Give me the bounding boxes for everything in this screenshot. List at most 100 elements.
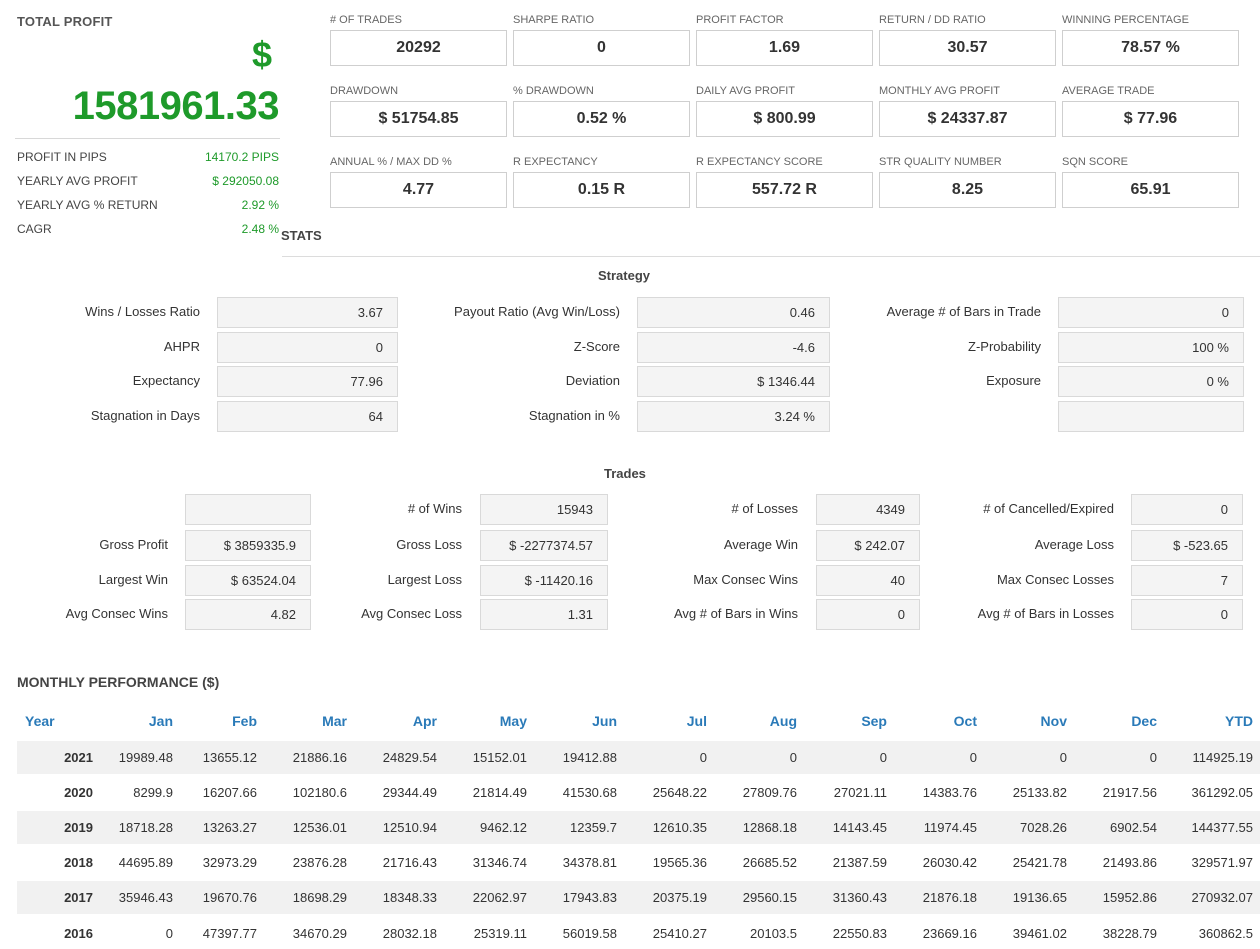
table-cell: 22550.83 bbox=[809, 914, 899, 949]
kpi-label: SQN SCORE bbox=[1062, 156, 1129, 168]
table-cell: 21493.86 bbox=[1079, 844, 1169, 880]
kpi-card: R EXPECTANCY SCORE 557.72 R bbox=[696, 155, 873, 219]
stat-value: 0.46 bbox=[637, 297, 830, 328]
column-header[interactable]: Nov bbox=[989, 703, 1079, 740]
stat-label: PROFIT IN PIPS bbox=[17, 150, 107, 164]
kpi-label: ANNUAL % / MAX DD % bbox=[330, 156, 452, 168]
kpi-value: 65.91 bbox=[1062, 172, 1239, 208]
column-header[interactable]: Feb bbox=[185, 703, 269, 740]
stat-value: 64 bbox=[217, 401, 398, 432]
table-cell: 12510.94 bbox=[359, 809, 449, 845]
table-cell: 19989.48 bbox=[101, 739, 185, 775]
stat-value bbox=[1058, 401, 1244, 432]
divider bbox=[282, 256, 1260, 257]
table-cell: 25133.82 bbox=[989, 774, 1079, 810]
stat-value: $ 1346.44 bbox=[637, 366, 830, 397]
profit-in-pips-row: PROFIT IN PIPS 14170.2 PIPS bbox=[17, 148, 279, 172]
column-header[interactable]: Sep bbox=[809, 703, 899, 740]
kpi-label: R EXPECTANCY bbox=[513, 156, 598, 168]
stat-label: Stagnation in % bbox=[528, 408, 620, 423]
stat-value: 1.31 bbox=[480, 599, 608, 630]
column-header[interactable]: Jun bbox=[539, 703, 629, 740]
stat-value: $ 3859335.9 bbox=[185, 530, 311, 561]
table-cell: 0 bbox=[629, 739, 719, 775]
stat-value: $ -523.65 bbox=[1131, 530, 1243, 561]
kpi-value: $ 24337.87 bbox=[879, 101, 1056, 137]
column-header[interactable]: Mar bbox=[269, 703, 359, 740]
table-cell: 21716.43 bbox=[359, 844, 449, 880]
kpi-grid: # OF TRADES 20292 SHARPE RATIO 0 PROFIT FA… bbox=[330, 13, 1239, 219]
column-header[interactable]: Dec bbox=[1079, 703, 1169, 740]
stat-label: Max Consec Wins bbox=[693, 572, 798, 587]
stat-value: 4349 bbox=[816, 494, 920, 525]
monthly-performance-table: Year Jan Feb Mar Apr May Jun Jul Aug Sep… bbox=[17, 703, 1260, 949]
stat-value: 0 bbox=[1058, 297, 1244, 328]
stat-label: Gross Profit bbox=[99, 537, 168, 552]
kpi-value: $ 51754.85 bbox=[330, 101, 507, 137]
yearly-avg-return-row: YEARLY AVG % RETURN 2.92 % bbox=[17, 196, 279, 220]
stat-value: $ -2277374.57 bbox=[480, 530, 608, 561]
stat-value: 3.24 % bbox=[637, 401, 830, 432]
table-cell: 27809.76 bbox=[719, 774, 809, 810]
year-cell: 2016 bbox=[17, 914, 101, 949]
kpi-value: 0 bbox=[513, 30, 690, 66]
stat-label: Average # of Bars in Trade bbox=[886, 304, 1041, 319]
kpi-value: 1.69 bbox=[696, 30, 873, 66]
table-cell: 23876.28 bbox=[269, 844, 359, 880]
column-header[interactable]: Oct bbox=[899, 703, 989, 740]
stat-value: 0 bbox=[1131, 494, 1243, 525]
column-header[interactable]: YTD bbox=[1169, 703, 1260, 740]
table-cell: 21387.59 bbox=[809, 844, 899, 880]
stats-heading: STATS bbox=[281, 228, 322, 243]
kpi-card: # OF TRADES 20292 bbox=[330, 13, 507, 77]
table-cell: 19136.65 bbox=[989, 879, 1079, 915]
table-cell: 18698.29 bbox=[269, 879, 359, 915]
table-cell: 20103.5 bbox=[719, 914, 809, 949]
table-cell: 26030.42 bbox=[899, 844, 989, 880]
year-cell: 2017 bbox=[17, 879, 101, 915]
column-header[interactable]: Jan bbox=[101, 703, 185, 740]
table-cell: 13655.12 bbox=[185, 739, 269, 775]
column-header[interactable]: Apr bbox=[359, 703, 449, 740]
table-cell: 17943.83 bbox=[539, 879, 629, 915]
kpi-label: R EXPECTANCY SCORE bbox=[696, 156, 823, 168]
table-cell: 56019.58 bbox=[539, 914, 629, 949]
yearly-avg-profit-row: YEARLY AVG PROFIT $ 292050.08 bbox=[17, 172, 279, 196]
stat-label: Max Consec Losses bbox=[996, 572, 1114, 587]
stat-label: Avg Consec Wins bbox=[65, 606, 168, 621]
kpi-card: DAILY AVG PROFIT $ 800.99 bbox=[696, 84, 873, 148]
stat-value: $ 242.07 bbox=[816, 530, 920, 561]
stat-value: 4.82 bbox=[185, 599, 311, 630]
kpi-label: MONTHLY AVG PROFIT bbox=[879, 85, 1001, 97]
column-header[interactable]: May bbox=[449, 703, 539, 740]
table-row: 2021 19989.48 13655.12 21886.16 24829.54 1515… bbox=[17, 739, 1260, 775]
stat-value: -4.6 bbox=[637, 332, 830, 363]
stat-label: Exposure bbox=[986, 373, 1041, 388]
table-cell: 361292.05 bbox=[1169, 774, 1260, 810]
currency-symbol: $ bbox=[252, 34, 273, 75]
stat-value: 14170.2 PIPS bbox=[204, 150, 279, 164]
table-cell: 19670.76 bbox=[185, 879, 269, 915]
stat-label: Deviation bbox=[565, 373, 620, 388]
table-cell: 44695.89 bbox=[101, 844, 185, 880]
table-row: 2016 0 47397.77 34670.29 28032.18 25319.11 560… bbox=[17, 914, 1260, 949]
kpi-card: % DRAWDOWN 0.52 % bbox=[513, 84, 690, 148]
table-cell: 0 bbox=[1079, 739, 1169, 775]
column-header[interactable]: Jul bbox=[629, 703, 719, 740]
kpi-card: PROFIT FACTOR 1.69 bbox=[696, 13, 873, 77]
column-header[interactable]: Aug bbox=[719, 703, 809, 740]
year-cell: 2021 bbox=[17, 739, 101, 775]
stat-label: Avg # of Bars in Losses bbox=[977, 606, 1114, 621]
table-cell: 31346.74 bbox=[449, 844, 539, 880]
table-cell: 270932.07 bbox=[1169, 879, 1260, 915]
stat-label: Avg Consec Loss bbox=[361, 606, 462, 621]
kpi-label: STR QUALITY NUMBER bbox=[879, 156, 1002, 168]
table-cell: 21814.49 bbox=[449, 774, 539, 810]
kpi-card: R EXPECTANCY 0.15 R bbox=[513, 155, 690, 219]
divider bbox=[15, 138, 280, 139]
kpi-value: $ 800.99 bbox=[696, 101, 873, 137]
table-cell: 24829.54 bbox=[359, 739, 449, 775]
column-header[interactable]: Year bbox=[17, 703, 101, 740]
table-cell: 12359.7 bbox=[539, 809, 629, 845]
stat-value: 7 bbox=[1131, 565, 1243, 596]
